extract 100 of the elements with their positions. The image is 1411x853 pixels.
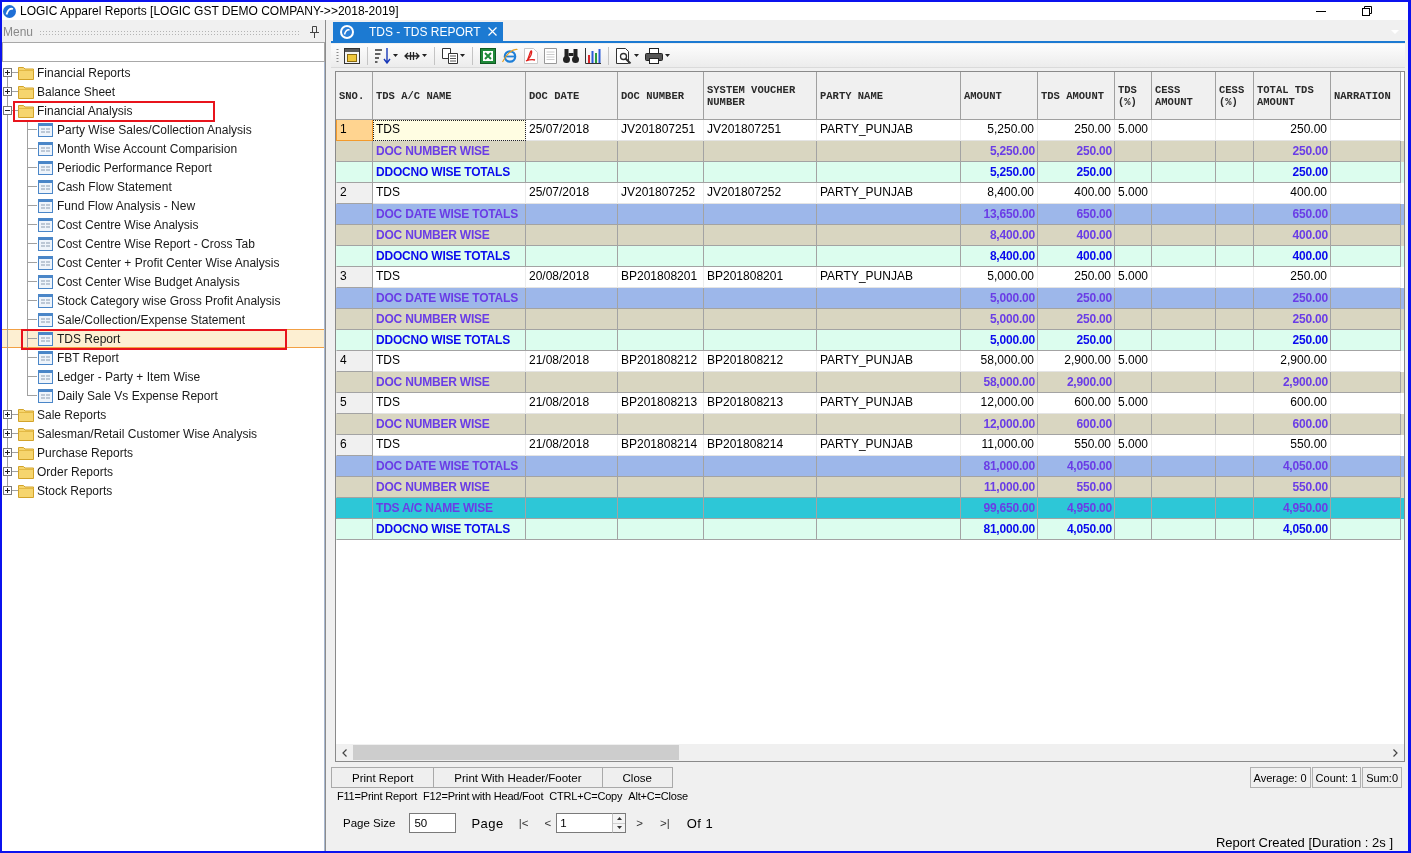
table-cell: 4,050.00: [1038, 519, 1115, 540]
tree-item[interactable]: Salesman/Retail Customer Wise Analysis: [2, 424, 324, 443]
table-row[interactable]: 4 TDS 21/08/2018 BP201808212 BP201808212 PARTY_PUNJAB 58,000.00 2,900.00 5.000 2,900.00: [336, 351, 1404, 372]
folder-icon: [18, 483, 34, 498]
tree-item[interactable]: Cost Centre Wise Report - Cross Tab: [2, 234, 324, 253]
tree-item[interactable]: Ledger - Party + Item Wise: [2, 367, 324, 386]
expand-icon[interactable]: [3, 87, 12, 96]
column-header[interactable]: SNO.: [336, 72, 373, 120]
tree-item[interactable]: Sale/Collection/Expense Statement: [2, 310, 324, 329]
expand-icon[interactable]: [3, 448, 12, 457]
spin-down-icon[interactable]: [616, 826, 622, 830]
caret-icon: [422, 54, 427, 57]
page-size-field[interactable]: 50: [409, 813, 457, 833]
expand-icon[interactable]: [3, 410, 12, 419]
tree-item[interactable]: Cost Centre Wise Analysis: [2, 215, 324, 234]
minimize-icon: [1316, 10, 1326, 12]
tree-item[interactable]: Order Reports: [2, 462, 324, 481]
report-icon: [38, 141, 53, 156]
expand-icon[interactable]: [3, 429, 12, 438]
row-number-cell[interactable]: 6: [336, 435, 373, 456]
table-row[interactable]: 5 TDS 21/08/2018 BP201808213 BP201808213 PARTY_PUNJAB 12,000.00 600.00 5.000 600.00: [336, 393, 1404, 414]
column-header[interactable]: PARTY NAME: [817, 72, 961, 120]
scroll-right-icon[interactable]: [1393, 748, 1398, 757]
row-number-cell[interactable]: 5: [336, 393, 373, 414]
tree-item[interactable]: Month Wise Account Comparision: [2, 139, 324, 158]
row-number-cell[interactable]: 3: [336, 267, 373, 288]
tree-item[interactable]: Daily Sale Vs Expense Report: [2, 386, 324, 405]
tree-item[interactable]: Financial Reports: [2, 63, 324, 82]
action-button[interactable]: Close: [601, 767, 673, 788]
table-row[interactable]: 2 TDS 25/07/2018 JV201807252 JV201807252 PARTY_PUNJAB 8,400.00 400.00 5.000 400.00: [336, 183, 1404, 204]
collapse-icon[interactable]: [3, 106, 12, 115]
report-icon: [38, 388, 53, 403]
spin-buttons[interactable]: [612, 813, 627, 833]
table-cell: TDS: [373, 120, 526, 141]
folder-icon: [18, 445, 34, 460]
tree-item[interactable]: Cash Flow Statement: [2, 177, 324, 196]
report-tab[interactable]: TDS - TDS REPORT: [333, 22, 503, 41]
table-cell: 81,000.00: [961, 519, 1038, 540]
window-title: LOGIC Apparel Reports [LOGIC GST DEMO COMPANY->>2018-2019]: [20, 4, 399, 18]
tree-item[interactable]: Sale Reports: [2, 405, 324, 424]
tree-item[interactable]: Stock Reports: [2, 481, 324, 500]
sort-icon: [375, 47, 391, 64]
last-page-button[interactable]: >|: [656, 817, 673, 829]
action-button[interactable]: Print With Header/Footer: [433, 767, 603, 788]
column-header[interactable]: CESS (%): [1216, 72, 1254, 120]
table-row[interactable]: 6 TDS 21/08/2018 BP201808214 BP201808214 PARTY_PUNJAB 11,000.00 550.00 5.000 550.00: [336, 435, 1404, 456]
tree-item[interactable]: TDS Report: [2, 329, 324, 348]
scrollbar-thumb[interactable]: [353, 745, 679, 760]
tree-item[interactable]: Stock Category wise Gross Profit Analysis: [2, 291, 324, 310]
tree-item[interactable]: Purchase Reports: [2, 443, 324, 462]
action-button[interactable]: Print Report: [331, 767, 435, 788]
tree-item[interactable]: Fund Flow Analysis - New: [2, 196, 324, 215]
column-header[interactable]: TOTAL TDS AMOUNT: [1254, 72, 1331, 120]
folder-icon: [18, 103, 34, 118]
page-number-field[interactable]: 1: [556, 813, 613, 833]
table-cell: 4,050.00: [1254, 519, 1331, 540]
scroll-left-icon[interactable]: [342, 748, 347, 757]
tree-item[interactable]: Cost Center Wise Budget Analysis: [2, 272, 324, 291]
row-number-cell[interactable]: 4: [336, 351, 373, 372]
report-icon: [38, 369, 53, 384]
column-header[interactable]: AMOUNT: [961, 72, 1038, 120]
tree-item[interactable]: Financial Analysis: [2, 101, 324, 120]
close-icon[interactable]: [488, 27, 497, 36]
folder-icon: [18, 84, 34, 99]
expand-icon[interactable]: [3, 467, 12, 476]
menu-filter-field[interactable]: [2, 42, 325, 62]
report-icon: [38, 331, 53, 346]
report-icon: [38, 122, 53, 137]
next-page-button[interactable]: >: [633, 817, 646, 829]
spin-up-icon[interactable]: [616, 816, 622, 820]
report-icon: [38, 293, 53, 308]
previous-page-button[interactable]: <: [541, 817, 555, 829]
column-header[interactable]: DOC NUMBER: [618, 72, 704, 120]
column-header[interactable]: TDS (%): [1115, 72, 1152, 120]
report-icon: [38, 255, 53, 270]
tree-item[interactable]: Periodic Performance Report: [2, 158, 324, 177]
column-header[interactable]: CESS AMOUNT: [1152, 72, 1216, 120]
spreadsheet-icon: [480, 47, 496, 64]
row-number-cell[interactable]: 1: [336, 120, 373, 141]
column-header[interactable]: DOC DATE: [526, 72, 618, 120]
column-header[interactable]: SYSTEM VOUCHER NUMBER: [704, 72, 817, 120]
expand-icon[interactable]: [3, 486, 12, 495]
tree-item[interactable]: Party Wise Sales/Collection Analysis: [2, 120, 324, 139]
column-header[interactable]: TDS A/C NAME: [373, 72, 526, 120]
tree-item[interactable]: Cost Center + Profit Center Wise Analysis: [2, 253, 324, 272]
tree-item[interactable]: FBT Report: [2, 348, 324, 367]
tree-item[interactable]: Balance Sheet: [2, 82, 324, 101]
table-row[interactable]: 1 TDS 25/07/2018 JV201807251 JV201807251 PARTY_PUNJAB 5,250.00 250.00 5.000 250.00: [336, 120, 1404, 141]
column-header[interactable]: TDS AMOUNT: [1038, 72, 1115, 120]
table-row[interactable]: 3 TDS 20/08/2018 BP201808201 BP201808201 PARTY_PUNJAB 5,000.00 250.00 5.000 250.00: [336, 267, 1404, 288]
first-page-button[interactable]: |<: [515, 817, 532, 829]
pin-icon[interactable]: [310, 26, 319, 38]
caret-icon: [393, 54, 398, 57]
panel-title: Menu: [3, 25, 34, 39]
summary-field: Count: 1: [1311, 767, 1362, 788]
expand-icon[interactable]: [3, 68, 12, 77]
table-cell: DDOCNO WISE TOTALS: [373, 519, 526, 540]
shortcut-hint: Alt+C=Close: [628, 789, 688, 803]
row-number-cell[interactable]: 2: [336, 183, 373, 204]
column-header[interactable]: NARRATION: [1331, 72, 1401, 120]
